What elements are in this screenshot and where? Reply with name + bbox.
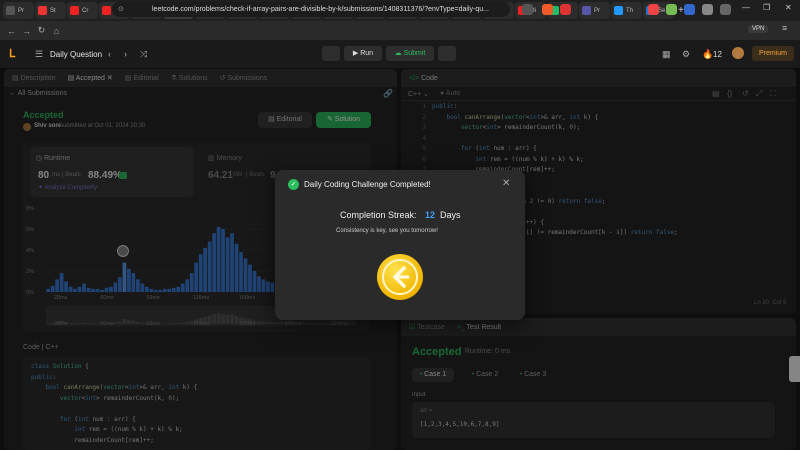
browser-tab-label: Cr xyxy=(82,7,89,14)
run-button[interactable]: ▶ Run xyxy=(344,46,382,61)
shuffle-icon[interactable]: ⤨ xyxy=(140,49,147,60)
coin-logo-icon xyxy=(382,259,418,295)
browser-tab[interactable]: Th xyxy=(611,2,642,19)
forward-icon[interactable]: → xyxy=(19,26,34,36)
browser-tab[interactable]: Pr xyxy=(579,2,610,19)
modal-message: Consistency is key, see you tomorrow! xyxy=(336,228,438,234)
leetcode-logo-icon[interactable]: ᒪ xyxy=(9,47,15,60)
browser-tab[interactable]: Pr xyxy=(3,2,34,19)
premium-button[interactable]: Premium xyxy=(752,46,794,61)
modal-title: Daily Coding Challenge Completed! xyxy=(304,180,431,189)
browser-tab-label: Th xyxy=(626,7,634,14)
brave-rewards-icon[interactable] xyxy=(560,4,571,15)
brave-shield-icon[interactable] xyxy=(542,4,553,15)
streak-fire-icon[interactable]: 🔥 xyxy=(702,49,713,60)
tab-favicon-icon xyxy=(70,6,79,15)
browser-tab-label: Pr xyxy=(594,7,600,14)
streak-value: 12 xyxy=(425,210,436,220)
browser-tab[interactable]: Cr xyxy=(67,2,98,19)
extensions-icon[interactable] xyxy=(702,4,713,15)
streak-count[interactable]: 12 xyxy=(713,50,722,59)
new-tab-button[interactable]: + xyxy=(678,5,684,16)
streak-label: Completion Streak: xyxy=(340,210,417,220)
extension-icon[interactable] xyxy=(648,4,659,15)
layout-icon[interactable]: ▦ xyxy=(662,49,671,60)
close-window-icon[interactable]: ✕ xyxy=(785,3,792,12)
prev-problem-icon[interactable]: ‹ xyxy=(108,49,111,59)
extension-icon[interactable] xyxy=(684,4,695,15)
vpn-button[interactable]: VPN xyxy=(748,25,769,33)
maximize-icon[interactable]: ❐ xyxy=(763,3,770,12)
home-icon[interactable]: ⌂ xyxy=(49,26,64,36)
modal-close-icon[interactable]: ✕ xyxy=(502,178,510,189)
next-problem-icon[interactable]: › xyxy=(124,49,127,59)
tab-favicon-icon xyxy=(6,6,15,15)
browser-tab-label: Pr xyxy=(18,7,24,14)
daily-question-title[interactable]: Daily Question xyxy=(50,50,102,59)
tab-favicon-icon xyxy=(614,6,623,15)
tab-favicon-icon xyxy=(38,6,47,15)
submit-label: Submit xyxy=(403,50,426,57)
settings-icon[interactable]: ⚙ xyxy=(682,49,690,60)
browser-tab[interactable]: St xyxy=(35,2,66,19)
browser-tab-label: Se xyxy=(658,7,666,14)
leetcode-coin-icon xyxy=(377,254,423,300)
streak-unit: Days xyxy=(440,210,461,220)
check-circle-icon: ✓ xyxy=(288,179,299,190)
browser-tab-label: St xyxy=(50,7,56,14)
problem-list-icon[interactable]: ☰ xyxy=(35,49,43,60)
extension-icon[interactable] xyxy=(666,4,677,15)
url-bar[interactable]: ⊙ leetcode.com/problems/check-if-array-p… xyxy=(112,2,510,17)
avatar[interactable] xyxy=(732,47,744,59)
tab-favicon-icon xyxy=(582,6,591,15)
submit-button[interactable]: ☁ Submit xyxy=(386,46,434,61)
run-label: Run xyxy=(360,50,374,57)
menu-icon[interactable]: ≡ xyxy=(782,23,787,33)
share-icon[interactable] xyxy=(522,4,533,15)
site-info-icon[interactable]: ⊙ xyxy=(118,2,124,17)
debug-button[interactable] xyxy=(322,46,340,61)
back-icon[interactable]: ← xyxy=(4,26,19,36)
reload-icon[interactable]: ↻ xyxy=(34,25,49,36)
sidebar-icon[interactable] xyxy=(720,4,731,15)
notes-button[interactable] xyxy=(438,46,456,61)
minimize-icon[interactable]: — xyxy=(742,3,750,12)
address-bar-row: ← → ↻ ⌂ xyxy=(0,21,800,40)
tab-favicon-icon xyxy=(102,6,111,15)
